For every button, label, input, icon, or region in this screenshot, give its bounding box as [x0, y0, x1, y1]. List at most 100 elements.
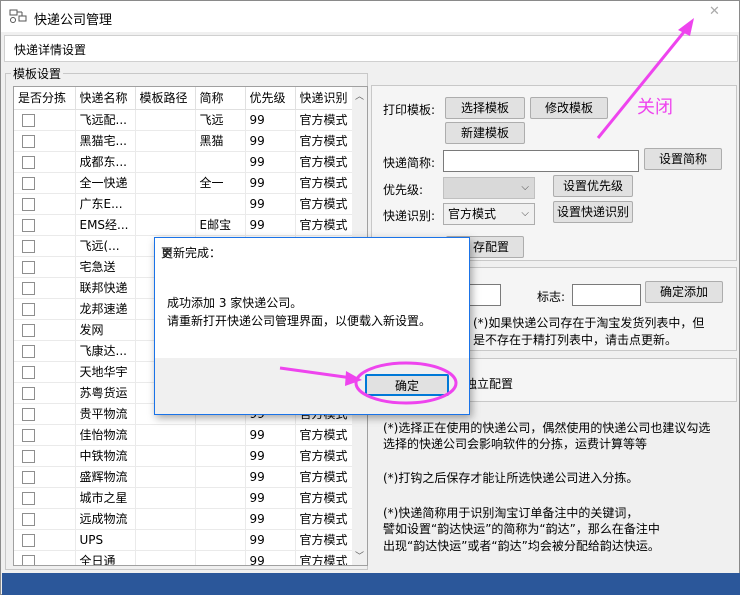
table-row[interactable]: 远成物流 99 官方模式 — [14, 508, 353, 530]
row-checkbox-cell[interactable] — [14, 382, 76, 404]
sort-checkbox[interactable] — [22, 365, 35, 379]
column-header[interactable]: 优先级 — [245, 87, 296, 110]
sort-checkbox[interactable] — [22, 449, 35, 463]
scroll-up-icon[interactable]: ︿ — [355, 89, 364, 102]
sort-checkbox[interactable] — [22, 533, 35, 547]
sort-checkbox[interactable] — [22, 239, 35, 253]
sort-checkbox[interactable] — [22, 344, 35, 358]
abbr-cell: 黑猫 — [195, 130, 246, 152]
dialog-close-icon[interactable]: ✕ — [161, 244, 174, 262]
table-row[interactable]: 黑猫宅... 黑猫 99 官方模式 — [14, 130, 353, 152]
courier-name-cell: 飞远(... — [75, 235, 136, 257]
template-path-cell — [135, 529, 196, 551]
priority-cell: 99 — [245, 109, 296, 131]
row-checkbox-cell[interactable] — [14, 319, 76, 341]
column-header[interactable]: 模板路径 — [135, 87, 196, 110]
row-checkbox-cell[interactable] — [14, 466, 76, 488]
template-path-cell — [135, 151, 196, 173]
app-icon — [9, 9, 27, 23]
row-checkbox-cell[interactable] — [14, 403, 76, 425]
set-priority-button[interactable]: 设置优先级 — [553, 175, 633, 197]
sort-checkbox[interactable] — [22, 302, 35, 316]
table-row[interactable]: EMS经... E邮宝 99 官方模式 — [14, 214, 353, 236]
table-row[interactable]: UPS 99 官方模式 — [14, 529, 353, 551]
ident-cell: 官方模式 — [295, 529, 353, 551]
new-template-button[interactable]: 新建模板 — [445, 122, 525, 144]
abbr-input[interactable] — [443, 150, 639, 172]
table-row[interactable]: 中铁物流 99 官方模式 — [14, 445, 353, 467]
row-checkbox-cell[interactable] — [14, 361, 76, 383]
priority-select[interactable]: ⌵ — [443, 177, 535, 199]
template-path-cell — [135, 487, 196, 509]
sort-checkbox[interactable] — [22, 470, 35, 484]
select-template-button[interactable]: 选择模板 — [445, 97, 525, 119]
table-row[interactable]: 广东E... 99 官方模式 — [14, 193, 353, 215]
row-checkbox-cell[interactable] — [14, 424, 76, 446]
sort-checkbox[interactable] — [22, 218, 35, 232]
row-checkbox-cell[interactable] — [14, 193, 76, 215]
sort-checkbox[interactable] — [22, 323, 35, 337]
sort-checkbox[interactable] — [22, 155, 35, 169]
table-row[interactable]: 全一快递 全一 99 官方模式 — [14, 172, 353, 194]
row-checkbox-cell[interactable] — [14, 277, 76, 299]
sort-checkbox[interactable] — [22, 512, 35, 526]
set-abbr-button[interactable]: 设置简称 — [644, 148, 722, 170]
table-row[interactable]: 全日通 99 官方模式 — [14, 550, 353, 565]
sort-checkbox[interactable] — [22, 554, 35, 565]
sort-checkbox[interactable] — [22, 260, 35, 274]
flag-input[interactable] — [572, 284, 641, 306]
sort-checkbox[interactable] — [22, 491, 35, 505]
row-checkbox-cell[interactable] — [14, 214, 76, 236]
ident-label: 快递识别: — [383, 209, 436, 223]
row-checkbox-cell[interactable] — [14, 508, 76, 530]
modify-template-button[interactable]: 修改模板 — [530, 97, 608, 119]
table-row[interactable]: 成都东... 99 官方模式 — [14, 151, 353, 173]
sort-checkbox[interactable] — [22, 386, 35, 400]
column-header[interactable]: 是否分拣 — [14, 87, 76, 110]
sort-checkbox[interactable] — [22, 281, 35, 295]
sort-checkbox[interactable] — [22, 176, 35, 190]
ident-cell: 官方模式 — [295, 172, 353, 194]
set-ident-button[interactable]: 设置快递识别 — [553, 201, 633, 223]
row-checkbox-cell[interactable] — [14, 487, 76, 509]
confirm-add-button[interactable]: 确定添加 — [645, 281, 723, 303]
row-checkbox-cell[interactable] — [14, 172, 76, 194]
ident-cell: 官方模式 — [295, 151, 353, 173]
row-checkbox-cell[interactable] — [14, 130, 76, 152]
row-checkbox-cell[interactable] — [14, 340, 76, 362]
chevron-down-icon: ⌵ — [521, 208, 529, 219]
sort-checkbox[interactable] — [22, 428, 35, 442]
sort-checkbox[interactable] — [22, 407, 35, 421]
row-checkbox-cell[interactable] — [14, 109, 76, 131]
row-checkbox-cell[interactable] — [14, 235, 76, 257]
ident-cell: 官方模式 — [295, 550, 353, 565]
scroll-down-icon[interactable]: ﹀ — [355, 549, 364, 562]
row-checkbox-cell[interactable] — [14, 445, 76, 467]
table-row[interactable]: 佳怡物流 99 官方模式 — [14, 424, 353, 446]
table-row[interactable]: 城市之星 99 官方模式 — [14, 487, 353, 509]
courier-name-input[interactable] — [469, 284, 501, 306]
row-checkbox-cell[interactable] — [14, 550, 76, 565]
window-close-icon[interactable]: ✕ — [709, 4, 720, 19]
table-row[interactable]: 飞远配... 飞远 99 官方模式 — [14, 109, 353, 131]
row-checkbox-cell[interactable] — [14, 151, 76, 173]
ok-button[interactable]: 确定 — [365, 374, 449, 396]
ident-select[interactable]: 官方模式 ⌵ — [443, 203, 535, 225]
abbr-label: 快递简称: — [383, 156, 436, 170]
sort-checkbox[interactable] — [22, 113, 35, 127]
row-checkbox-cell[interactable] — [14, 298, 76, 320]
sort-checkbox[interactable] — [22, 197, 35, 211]
courier-name-cell: 全日通 — [75, 550, 136, 565]
section-header[interactable]: 快递详情设置 — [4, 35, 738, 62]
table-row[interactable]: 盛辉物流 99 官方模式 — [14, 466, 353, 488]
courier-name-cell: 贵平物流 — [75, 403, 136, 425]
column-header[interactable]: 快递名称 — [75, 87, 136, 110]
priority-cell: 99 — [245, 193, 296, 215]
row-checkbox-cell[interactable] — [14, 256, 76, 278]
sort-checkbox[interactable] — [22, 134, 35, 148]
template-path-cell — [135, 466, 196, 488]
column-header[interactable]: 快递识别 — [295, 87, 353, 110]
row-checkbox-cell[interactable] — [14, 529, 76, 551]
column-header[interactable]: 简称 — [195, 87, 246, 110]
note-line: (*)打钩之后保存才能让所选快递公司进入分拣。 — [383, 471, 639, 485]
